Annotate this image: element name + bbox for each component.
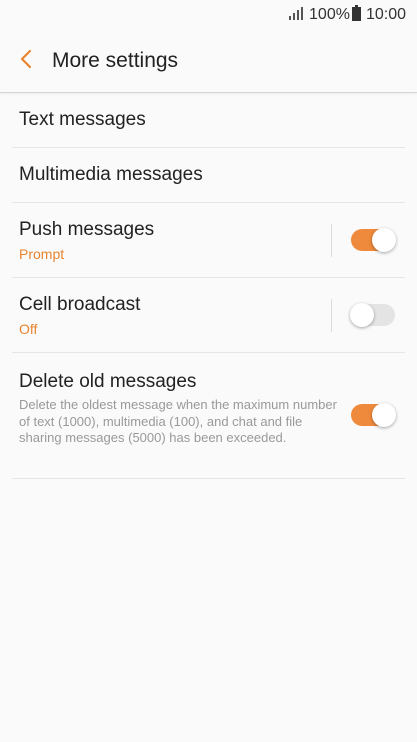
back-button[interactable] bbox=[0, 30, 52, 92]
setting-multimedia-messages[interactable]: Multimedia messages bbox=[12, 148, 405, 203]
toggle-knob bbox=[372, 228, 396, 252]
toggle-knob bbox=[350, 303, 374, 327]
battery-icon bbox=[351, 4, 361, 26]
page-title: More settings bbox=[52, 49, 179, 72]
battery-percent: 100% bbox=[309, 6, 350, 23]
cell-broadcast-toggle[interactable] bbox=[350, 303, 395, 327]
setting-label: Text messages bbox=[19, 109, 146, 130]
setting-description: Delete the oldest message when the maxim… bbox=[19, 397, 337, 445]
delete-old-messages-toggle[interactable] bbox=[351, 403, 396, 427]
clock: 10:00 bbox=[365, 6, 406, 23]
settings-list: Text messages Multimedia messages Push m… bbox=[12, 93, 405, 479]
setting-label: Delete old messages bbox=[19, 371, 197, 392]
status-bar: 100% 10:00 bbox=[0, 0, 417, 30]
push-messages-toggle[interactable] bbox=[351, 228, 396, 252]
divider bbox=[331, 224, 332, 257]
setting-text-messages[interactable]: Text messages bbox=[12, 93, 405, 148]
toggle-knob bbox=[372, 403, 396, 427]
setting-push-messages[interactable]: Push messages Prompt bbox=[12, 203, 405, 278]
setting-label: Push messages bbox=[19, 218, 155, 240]
app-bar: More settings bbox=[0, 30, 417, 93]
setting-delete-old-messages[interactable]: Delete old messages Delete the oldest me… bbox=[12, 353, 405, 479]
divider bbox=[331, 299, 332, 332]
setting-cell-broadcast[interactable]: Cell broadcast Off bbox=[12, 278, 405, 353]
chevron-left-icon bbox=[20, 49, 32, 74]
setting-label: Cell broadcast bbox=[19, 293, 141, 315]
setting-label: Multimedia messages bbox=[19, 164, 203, 185]
setting-value: Off bbox=[19, 320, 38, 337]
signal-icon bbox=[289, 6, 304, 25]
setting-value: Prompt bbox=[19, 245, 65, 262]
